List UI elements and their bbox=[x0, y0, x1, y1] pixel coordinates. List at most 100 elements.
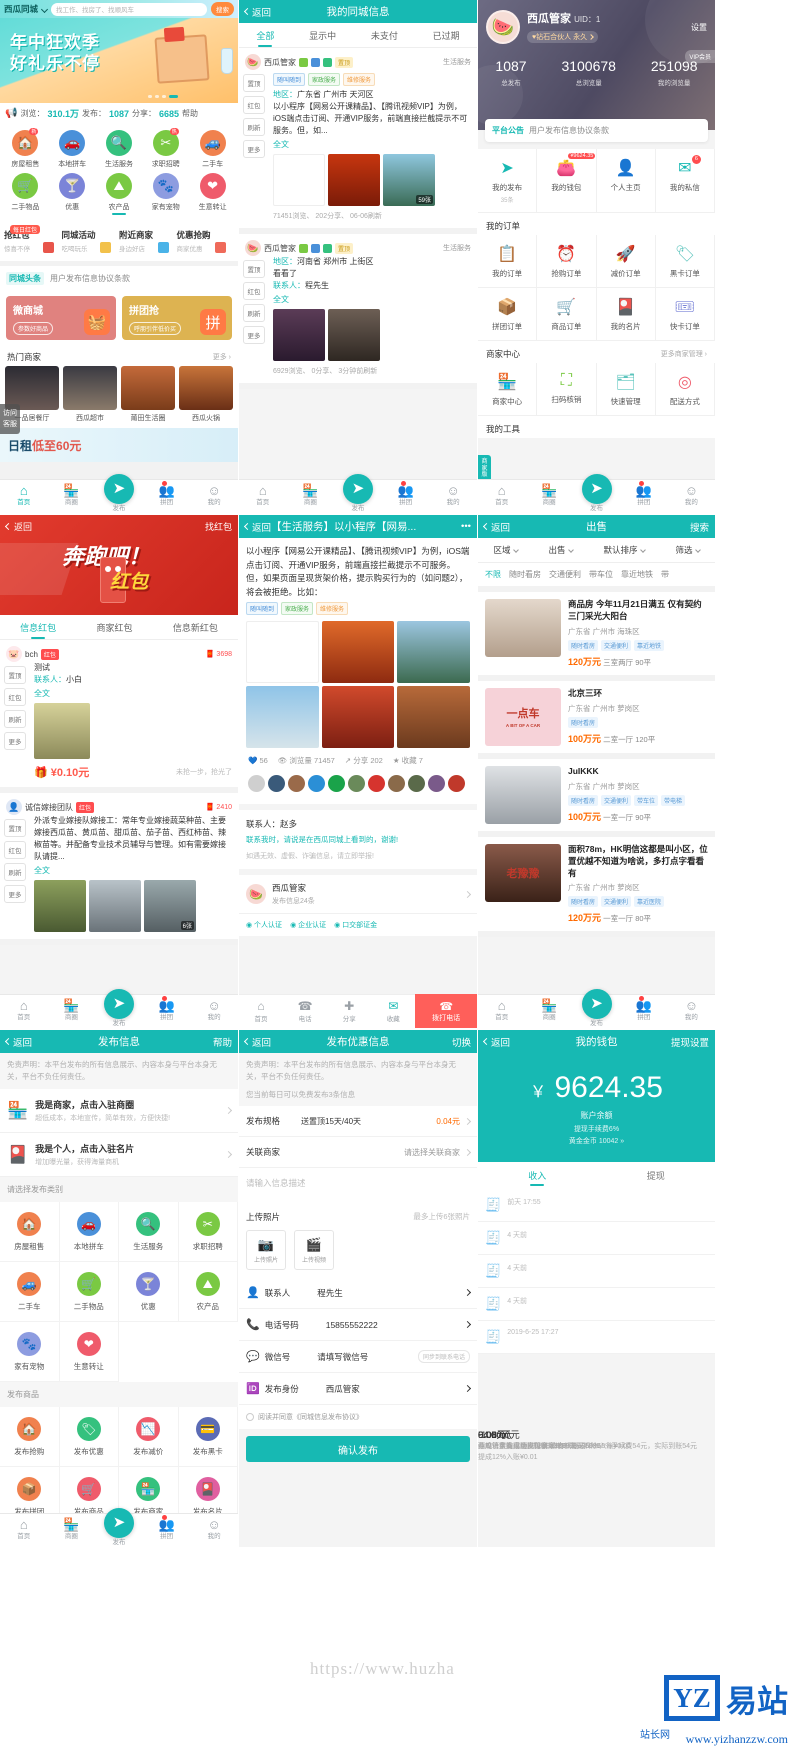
wallet-tab-收入[interactable]: 收入 bbox=[478, 1162, 597, 1189]
shop-card[interactable]: 莆田生活圈 bbox=[121, 366, 175, 423]
tab-1[interactable]: 显示中 bbox=[309, 29, 336, 42]
field-extra[interactable]: 同步到联系电话 bbox=[417, 1350, 470, 1363]
entry-merchant[interactable]: 🏪 我是商家，点击入驻商圈 超低成本，本地宣传，简单有效，方便快捷! bbox=[0, 1089, 238, 1133]
rail-action[interactable]: 更多 bbox=[4, 732, 26, 750]
category-4[interactable]: 🚙 二手车 bbox=[189, 130, 236, 169]
description-input[interactable]: 请输入信息描述 bbox=[239, 1168, 477, 1204]
rail-action[interactable]: 更多 bbox=[4, 885, 26, 903]
viewer-avatar[interactable] bbox=[368, 775, 385, 793]
tab-group[interactable]: 👥 拼团 bbox=[143, 483, 191, 508]
grid-item-我的私信[interactable]: 6 ✉ 我的私信 bbox=[655, 149, 715, 213]
publish-cat-发布抢购[interactable]: 🏠 发布抢购 bbox=[0, 1407, 60, 1467]
action-fav[interactable]: ✉ 收藏 bbox=[371, 994, 416, 1028]
tab-publish[interactable]: ➤ 发布 bbox=[95, 474, 143, 513]
publish-cat-生活服务[interactable]: 🔍 生活服务 bbox=[119, 1202, 179, 1262]
tab-home[interactable]: ⌂ 首页 bbox=[0, 998, 48, 1023]
tab-shop[interactable]: 🏪 商圈 bbox=[48, 1517, 96, 1542]
tab-2[interactable]: 未支付 bbox=[371, 29, 398, 42]
share-count[interactable]: ↗ 分享 202 bbox=[345, 755, 383, 766]
more-button[interactable]: ••• bbox=[461, 521, 471, 532]
house-item[interactable]: 一点车 A BIT OF A CAR 北京三环 广东省 广州市 萝岗区 随时看房 100万… bbox=[478, 680, 715, 759]
rail-action[interactable]: 刷新 bbox=[243, 304, 265, 322]
tab-group[interactable]: 👥 拼团 bbox=[620, 483, 667, 508]
tab-publish[interactable]: ➤ 发布 bbox=[95, 989, 143, 1028]
upload-photo-button[interactable]: 📷 上传照片 bbox=[246, 1230, 286, 1270]
tab-publish[interactable]: ➤ 发布 bbox=[573, 989, 620, 1028]
tab-shop[interactable]: 🏪 商圈 bbox=[48, 998, 96, 1023]
entry-personal[interactable]: 🎴 我是个人，点击入驻名片 增加曝光量，获得海量商机 bbox=[0, 1133, 238, 1177]
grid-item-抢购订单[interactable]: ⏰ 抢购订单 bbox=[537, 235, 597, 288]
grid-item-黑卡订单[interactable]: 🏷 黑卡订单 bbox=[655, 235, 715, 288]
expand-link[interactable]: 全文 bbox=[273, 294, 471, 305]
post-item[interactable]: 🐷 bch 红包 🧧 3698 置顶 红包 刷新 更多 测试 联系人：小白 全文 🎁 … bbox=[0, 640, 238, 793]
help-link[interactable]: 帮助 bbox=[182, 108, 198, 119]
post-thumbnails[interactable] bbox=[34, 703, 232, 759]
back-button[interactable]: 返回 bbox=[4, 1035, 32, 1049]
upload-video-button[interactable]: 🎬 上传视频 bbox=[294, 1230, 334, 1270]
quick-tag[interactable]: 带车位 bbox=[589, 569, 613, 580]
help-button[interactable]: 帮助 bbox=[213, 1035, 232, 1049]
viewer-avatar[interactable] bbox=[388, 775, 405, 793]
find-redpacket-link[interactable]: 找红包 bbox=[205, 520, 232, 533]
rail-action[interactable]: 置顶 bbox=[243, 74, 265, 92]
tab-publish[interactable]: ➤ 发布 bbox=[573, 474, 620, 513]
rail-action[interactable]: 更多 bbox=[243, 140, 265, 158]
grid-item-我的订单[interactable]: 📋 我的订单 bbox=[478, 235, 538, 288]
action-share[interactable]: ✚ 分享 bbox=[327, 994, 372, 1028]
wallet-tab-提现[interactable]: 提现 bbox=[597, 1162, 716, 1189]
viewer-avatar[interactable] bbox=[308, 775, 325, 793]
category-6[interactable]: 🍸 优惠 bbox=[49, 173, 96, 215]
search-button[interactable]: 搜索 bbox=[690, 520, 709, 534]
filter-默认排序[interactable]: 默认排序 bbox=[603, 544, 646, 556]
switch-button[interactable]: 切换 bbox=[452, 1035, 471, 1049]
tab-publish[interactable]: ➤ 发布 bbox=[334, 474, 382, 513]
rail-action[interactable]: 置顶 bbox=[4, 819, 26, 837]
viewer-avatar[interactable] bbox=[248, 775, 265, 793]
tab-shop[interactable]: 🏪 商圈 bbox=[525, 483, 572, 508]
card-weimall[interactable]: 微商城 参数好商品 🧺 bbox=[6, 296, 116, 340]
tab-mine[interactable]: ☺ 我的 bbox=[161, 481, 238, 508]
tab-group[interactable]: 👥 拼团 bbox=[143, 1517, 191, 1542]
viewer-avatar[interactable] bbox=[428, 775, 445, 793]
tab-home[interactable]: ⌂ 首页 bbox=[478, 483, 525, 508]
back-button[interactable]: 返回 bbox=[243, 5, 271, 19]
field-发布身份[interactable]: 🆔 发布身份 西瓜管家 bbox=[239, 1373, 477, 1405]
shop-card[interactable]: 西瓜超市 bbox=[63, 366, 117, 423]
category-5[interactable]: 🛒 二手物品 bbox=[2, 173, 49, 215]
vip-flag[interactable]: VIP会员 bbox=[685, 50, 715, 63]
detail-image-grid[interactable] bbox=[246, 621, 470, 749]
tab-home[interactable]: ⌂ 首页 bbox=[478, 998, 525, 1023]
category-0[interactable]: 🏠 新房屋租售 bbox=[2, 128, 49, 169]
rail-action[interactable]: 红包 bbox=[243, 96, 265, 114]
home-ad-banner[interactable]: 日租 低至60元 bbox=[0, 428, 238, 462]
quick-tag[interactable]: 靠近地铁 bbox=[621, 569, 653, 580]
category-3[interactable]: ✂ 热求职招聘 bbox=[142, 128, 189, 169]
grid-item-拼团订单[interactable]: 📦 拼团订单 bbox=[478, 288, 538, 341]
grid-item-商品订单[interactable]: 🛒 商品订单 bbox=[537, 288, 597, 341]
publish-cat-二手车[interactable]: 🚙 二手车 bbox=[0, 1262, 60, 1322]
category-8[interactable]: 🐾 家有宠物 bbox=[142, 173, 189, 215]
rail-action[interactable]: 红包 bbox=[4, 841, 26, 859]
home-banner[interactable]: 年中狂欢季 好礼乐不停 bbox=[0, 18, 238, 103]
promo-3[interactable]: 优惠抢购 商家优惠 bbox=[177, 229, 235, 253]
tab-0[interactable]: 信息红包 bbox=[20, 621, 56, 634]
tab-home[interactable]: ⌂ 首页 bbox=[239, 483, 287, 508]
form-row-merchant[interactable]: 关联商家 请选择关联商家 bbox=[239, 1137, 477, 1168]
tab-mine[interactable]: ☺ 我的 bbox=[638, 996, 715, 1023]
publish-cat-二手物品[interactable]: 🛒 二手物品 bbox=[59, 1262, 119, 1322]
publish-cat-房屋租售[interactable]: 🏠 房屋租售 bbox=[0, 1202, 60, 1262]
withdraw-settings-button[interactable]: 提现设置 bbox=[671, 1035, 709, 1049]
category-7[interactable]: ⛰ 农产品 bbox=[96, 173, 143, 215]
hot-more-link[interactable]: 更多 › bbox=[213, 352, 231, 362]
publish-cat-农产品[interactable]: ⛰ 农产品 bbox=[178, 1262, 238, 1322]
viewer-avatars[interactable] bbox=[246, 770, 470, 797]
avatar[interactable]: 🍉 bbox=[486, 10, 520, 44]
rail-action[interactable]: 刷新 bbox=[243, 118, 265, 136]
chevron-down-icon[interactable] bbox=[40, 5, 49, 13]
merchant-row[interactable]: 🍉 西瓜管家 发布信息24条 bbox=[239, 875, 477, 914]
grid-item-扫码核销[interactable]: ⛶ 扫码核销 bbox=[537, 363, 597, 416]
tab-2[interactable]: 信息新红包 bbox=[173, 621, 218, 634]
grid-item-我的发布[interactable]: ➤ 我的发布 35条 bbox=[478, 149, 538, 213]
side-customer-service-tab[interactable]: 访问客服 bbox=[0, 404, 20, 435]
agreement-row[interactable]: 阅读并同意《同城信息发布协议》 bbox=[239, 1405, 477, 1429]
